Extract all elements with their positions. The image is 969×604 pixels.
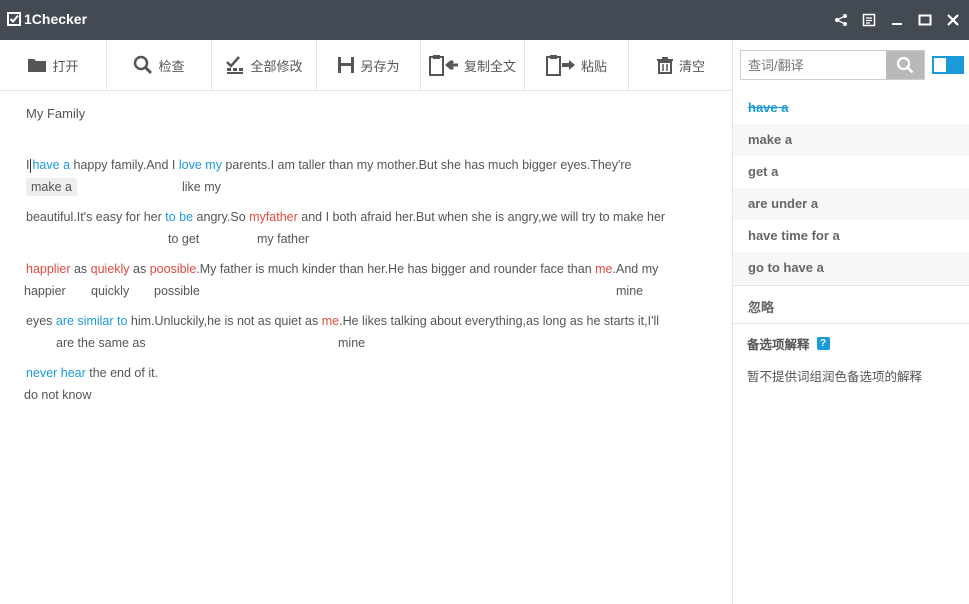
suggestion-item[interactable]: are under a bbox=[733, 188, 969, 220]
open-button[interactable]: 打开 bbox=[0, 40, 107, 90]
error-word[interactable]: myfather bbox=[249, 210, 298, 224]
error-word[interactable]: poosible bbox=[150, 262, 197, 276]
text-editor[interactable]: My Family Ihave a happy family.And I lov… bbox=[0, 91, 732, 604]
save-icon bbox=[338, 57, 355, 73]
inline-suggestion[interactable]: possible bbox=[154, 284, 200, 298]
toggle-knob bbox=[946, 58, 962, 72]
error-word[interactable]: me bbox=[322, 314, 339, 328]
suggestion-item[interactable]: have time for a bbox=[733, 220, 969, 252]
paste-icon bbox=[545, 55, 575, 76]
close-button[interactable] bbox=[941, 8, 965, 32]
error-word[interactable]: quiekly bbox=[91, 262, 130, 276]
error-phrase[interactable]: to be bbox=[165, 210, 193, 224]
text-run: as bbox=[129, 262, 150, 276]
text-run: beautiful.It's easy for her bbox=[26, 210, 166, 224]
app-title: 1Checker bbox=[24, 11, 88, 27]
inline-suggestion[interactable]: make a bbox=[26, 178, 77, 196]
title-bar: 1Checker bbox=[0, 0, 969, 40]
inline-suggestion[interactable]: like my bbox=[182, 180, 221, 194]
copy-icon bbox=[428, 55, 458, 76]
search-box bbox=[740, 50, 925, 80]
paste-label: 粘贴 bbox=[580, 58, 607, 74]
fix-all-label: 全部修改 bbox=[250, 58, 303, 74]
check-button[interactable]: 检查 bbox=[107, 40, 212, 90]
alternatives-heading: 备选项解释 ? bbox=[747, 334, 830, 353]
text-run: and I both afraid her.But when she is an… bbox=[297, 210, 666, 224]
search-icon bbox=[134, 55, 153, 75]
divider bbox=[733, 285, 969, 286]
inline-suggestion[interactable]: mine bbox=[616, 284, 643, 298]
error-phrase[interactable]: are similar to bbox=[56, 314, 128, 328]
text-run: I bbox=[26, 158, 30, 172]
check-list-icon bbox=[226, 56, 244, 74]
save-as-label: 另存为 bbox=[360, 58, 400, 74]
search-input[interactable] bbox=[741, 51, 901, 79]
maximize-icon bbox=[918, 14, 932, 26]
toolbar: 打开 检查 全部修改 另存为 复制全文 粘贴 清空 bbox=[0, 40, 732, 91]
suggestion-list: have a make a get a are under a have tim… bbox=[733, 92, 969, 284]
save-as-button[interactable]: 另存为 bbox=[317, 40, 421, 90]
suggestion-item[interactable]: have a bbox=[733, 92, 969, 124]
minimize-icon bbox=[892, 23, 902, 25]
text-line-2: beautiful.It's easy for her to be angry.… bbox=[26, 210, 665, 224]
app-logo-icon bbox=[7, 12, 21, 26]
text-run: eyes bbox=[26, 314, 56, 328]
copy-all-label: 复制全文 bbox=[463, 58, 516, 74]
error-word[interactable]: happlier bbox=[26, 262, 70, 276]
inline-suggestion[interactable]: mine bbox=[338, 336, 365, 350]
text-run: him.Unluckily,he is not as quiet as bbox=[127, 314, 322, 328]
inline-suggestion[interactable]: my father bbox=[257, 232, 309, 246]
folder-icon bbox=[28, 59, 47, 72]
search-icon bbox=[896, 56, 914, 74]
suggestion-panel: have a make a get a are under a have tim… bbox=[733, 40, 969, 604]
paste-button[interactable]: 粘贴 bbox=[525, 40, 629, 90]
inline-suggestion[interactable]: quickly bbox=[91, 284, 129, 298]
alternatives-explanation: 暂不提供词组润色备选项的解释 bbox=[747, 370, 923, 384]
error-phrase[interactable]: love my bbox=[179, 158, 222, 172]
suggestion-item[interactable]: go to have a bbox=[733, 252, 969, 284]
open-label: 打开 bbox=[52, 58, 79, 74]
error-word[interactable]: me bbox=[595, 262, 612, 276]
notes-button[interactable] bbox=[857, 8, 881, 32]
trash-icon bbox=[656, 57, 673, 74]
inline-suggestion[interactable]: do not know bbox=[24, 388, 91, 402]
check-label: 检查 bbox=[158, 58, 185, 74]
ignore-button[interactable]: 忽略 bbox=[748, 297, 774, 316]
text-line-3: happlier as quiekly as poosible.My fathe… bbox=[26, 262, 658, 276]
text-line-1: Ihave a happy family.And I love my paren… bbox=[26, 158, 631, 173]
inline-suggestion[interactable]: happier bbox=[24, 284, 66, 298]
text-run: angry.So bbox=[193, 210, 250, 224]
minimize-button[interactable] bbox=[885, 8, 909, 32]
text-line-4: eyes are similar to him.Unluckily,he is … bbox=[26, 314, 659, 328]
search-button[interactable] bbox=[886, 51, 924, 79]
text-run: .He likes talking about everything,as lo… bbox=[339, 314, 660, 328]
mode-toggle[interactable] bbox=[932, 56, 964, 74]
error-phrase[interactable]: never hear bbox=[26, 366, 86, 380]
help-icon[interactable]: ? bbox=[816, 337, 830, 350]
share-icon bbox=[835, 14, 847, 26]
copy-all-button[interactable]: 复制全文 bbox=[421, 40, 525, 90]
text-run: parents.I am taller than my mother.But s… bbox=[221, 158, 632, 172]
share-button[interactable] bbox=[829, 8, 853, 32]
clear-button[interactable]: 清空 bbox=[629, 40, 732, 90]
document-title: My Family bbox=[26, 106, 86, 121]
text-run: as bbox=[70, 262, 91, 276]
suggestion-item[interactable]: get a bbox=[733, 156, 969, 188]
alternatives-heading-label: 备选项解释 bbox=[747, 338, 810, 352]
text-run: happy family.And I bbox=[70, 158, 179, 172]
divider bbox=[733, 323, 969, 324]
error-phrase[interactable]: have a bbox=[32, 158, 70, 172]
inline-suggestion[interactable]: are the same as bbox=[56, 336, 146, 350]
clear-label: 清空 bbox=[678, 58, 705, 74]
close-icon bbox=[947, 14, 959, 26]
inline-suggestion[interactable]: to get bbox=[168, 232, 199, 246]
suggestion-item[interactable]: make a bbox=[733, 124, 969, 156]
notes-icon bbox=[862, 13, 876, 27]
text-run: .My father is much kinder than her.He ha… bbox=[196, 262, 596, 276]
fix-all-button[interactable]: 全部修改 bbox=[212, 40, 317, 90]
text-run: the end of it. bbox=[85, 366, 159, 380]
text-run: .And my bbox=[612, 262, 659, 276]
text-line-5: never hear the end of it. bbox=[26, 366, 158, 380]
maximize-button[interactable] bbox=[913, 8, 937, 32]
